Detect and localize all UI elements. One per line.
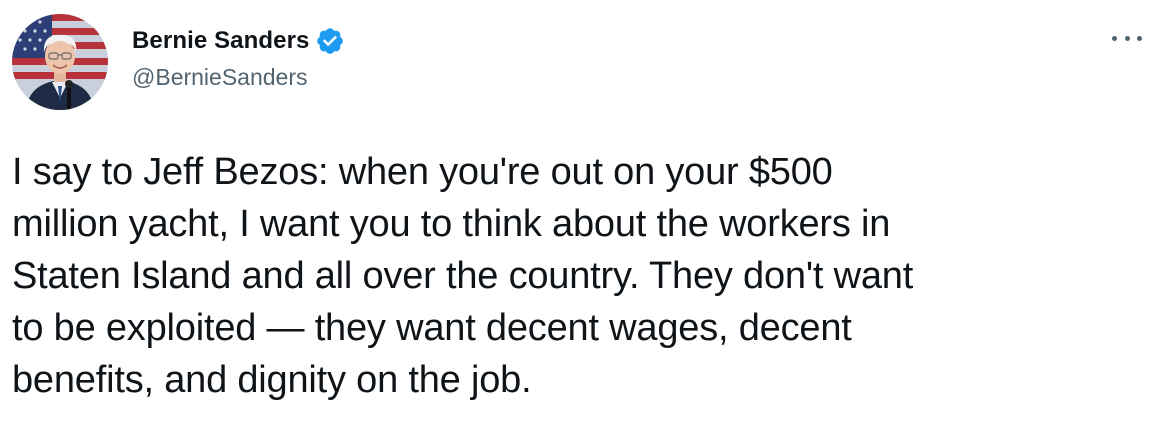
more-dot <box>1124 35 1130 41</box>
verified-badge-icon <box>315 26 345 56</box>
more-dot <box>1112 35 1117 41</box>
tweet-text-line: I say to Jeff Bezos: when you're out on … <box>12 151 833 193</box>
author-handle[interactable]: @BernieSanders <box>132 64 345 91</box>
avatar[interactable] <box>12 14 108 110</box>
tweet-text-line: million yacht, I want you to think about… <box>12 203 891 245</box>
author-display-name[interactable]: Bernie Sanders <box>132 27 309 55</box>
tweet-card: Bernie Sanders @BernieSanders I say to J… <box>0 0 1174 441</box>
tweet-text-line: Staten Island and all over the country. … <box>12 255 914 297</box>
author-block: Bernie Sanders @BernieSanders <box>132 24 345 91</box>
tweet-text-line: benefits, and dignity on the job. <box>12 359 532 401</box>
tweet-text: I say to Jeff Bezos: when you're out on … <box>12 146 1162 406</box>
tweet-text-line: to be exploited — they want decent wages… <box>12 307 852 349</box>
author-name-row: Bernie Sanders <box>132 24 345 58</box>
more-options-icon[interactable] <box>1112 30 1142 46</box>
more-dot <box>1137 35 1142 41</box>
